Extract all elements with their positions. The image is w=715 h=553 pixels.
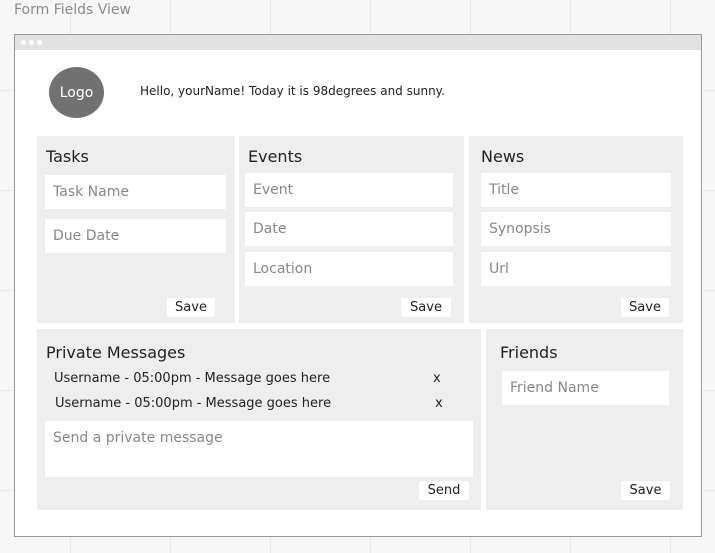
events-panel: Events Event Date Location Save — [239, 136, 464, 323]
private-messages-panel: Private Messages Username - 05:00pm - Me… — [37, 329, 481, 510]
remove-message-button[interactable]: x — [435, 396, 443, 411]
news-save-button[interactable]: Save — [621, 298, 669, 317]
private-message-input[interactable]: Send a private message — [45, 421, 473, 477]
url-input[interactable]: Url — [481, 252, 671, 286]
logo: Logo — [49, 67, 104, 118]
browser-window: Logo Hello, yourName! Today it is 98degr… — [14, 34, 702, 537]
message-item: Username - 05:00pm - Message goes here — [55, 396, 332, 411]
send-button[interactable]: Send — [419, 481, 469, 500]
events-title: Events — [248, 147, 303, 166]
canvas-title: Form Fields View — [14, 2, 131, 18]
task-name-input[interactable]: Task Name — [45, 175, 226, 209]
window-dot — [37, 40, 42, 45]
event-input[interactable]: Event — [245, 173, 453, 207]
news-title: News — [481, 147, 525, 166]
tasks-title: Tasks — [46, 147, 89, 166]
remove-message-button[interactable]: x — [433, 371, 441, 386]
tasks-panel: Tasks Task Name Due Date Save — [37, 136, 235, 323]
greeting-text: Hello, yourName! Today it is 98degrees a… — [140, 84, 445, 98]
friend-name-input[interactable]: Friend Name — [502, 371, 669, 405]
friends-panel: Friends Friend Name Save — [486, 329, 683, 510]
message-item: Username - 05:00pm - Message goes here — [54, 371, 331, 386]
private-messages-title: Private Messages — [46, 343, 186, 362]
events-save-button[interactable]: Save — [401, 298, 451, 317]
news-panel: News Title Synopsis Url Save — [469, 136, 683, 323]
location-input[interactable]: Location — [245, 252, 453, 286]
tasks-save-button[interactable]: Save — [167, 298, 215, 317]
friends-title: Friends — [500, 343, 558, 362]
due-date-input[interactable]: Due Date — [45, 219, 226, 253]
synopsis-input[interactable]: Synopsis — [481, 212, 671, 246]
news-title-input[interactable]: Title — [481, 173, 671, 207]
friends-save-button[interactable]: Save — [621, 481, 670, 500]
window-titlebar — [15, 35, 701, 50]
window-dot — [29, 40, 34, 45]
event-date-input[interactable]: Date — [245, 212, 453, 246]
window-dot — [21, 40, 26, 45]
